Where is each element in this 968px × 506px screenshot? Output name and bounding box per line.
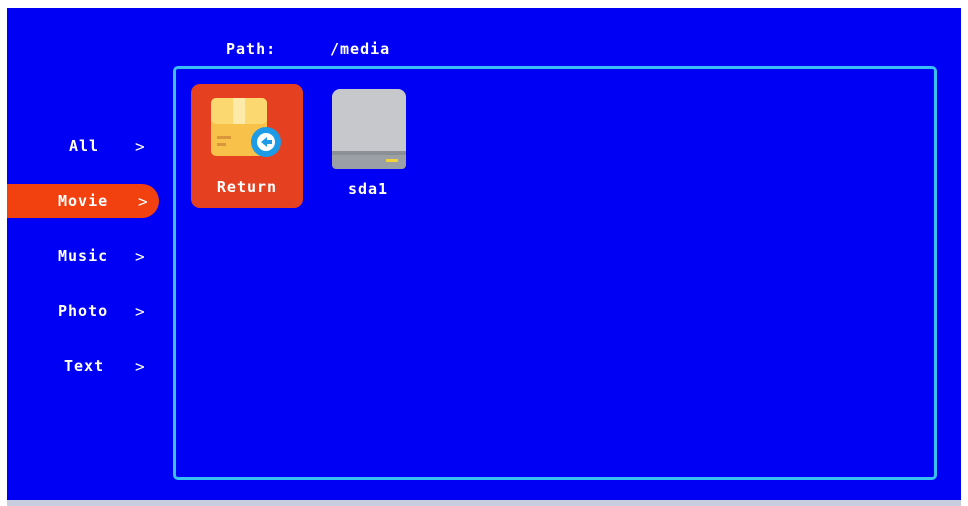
menu-item-label: Text [64, 357, 105, 375]
menu-item-movie[interactable]: Movie > [7, 184, 159, 218]
file-item-return[interactable]: Return [191, 84, 303, 208]
path-label: Path: [226, 40, 277, 58]
menu-item-label: Music [58, 247, 109, 265]
drive-icon [332, 89, 406, 173]
menu-item-label: All [69, 137, 100, 155]
return-folder-icon [211, 98, 287, 166]
menu-item-photo[interactable]: Photo > [58, 294, 178, 328]
file-item-name: Return [216, 178, 278, 196]
menu-item-label: Photo [58, 302, 109, 320]
file-item-sda1[interactable]: sda1 [312, 84, 424, 208]
menu-item-text[interactable]: Text > [64, 349, 184, 383]
screen-bottom-border [7, 500, 961, 506]
file-item-name: sda1 [347, 180, 389, 198]
chevron-right-icon: > [138, 191, 149, 211]
chevron-right-icon: > [135, 136, 146, 156]
chevron-right-icon: > [135, 356, 146, 376]
menu-item-all[interactable]: All > [69, 129, 189, 163]
menu-item-music[interactable]: Music > [58, 239, 178, 273]
menu-item-label: Movie [58, 192, 109, 210]
chevron-right-icon: > [135, 246, 146, 266]
chevron-right-icon: > [135, 301, 146, 321]
media-browser-screen: Path: /media All > Movie > Music > Photo… [7, 8, 961, 500]
path-value: /media [330, 40, 391, 58]
